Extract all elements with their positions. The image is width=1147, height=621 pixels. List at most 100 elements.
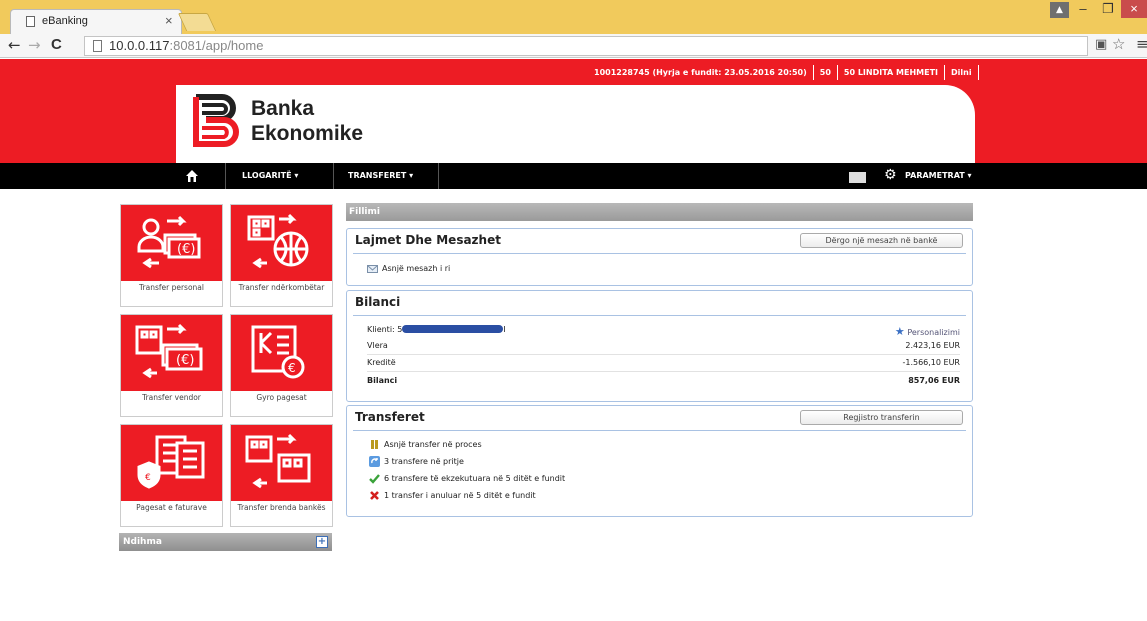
- user-info-bar: 1001228745 (Hyrja e fundit: 23.05.2016 2…: [594, 65, 985, 80]
- reload-icon[interactable]: C: [51, 36, 62, 53]
- user-name: 50 LINDITA MEHMETI: [843, 68, 939, 77]
- tab-title: eBanking: [42, 15, 88, 27]
- value-row: Vlera 2.423,16 EUR: [367, 338, 960, 355]
- value-label: Vlera: [367, 341, 388, 350]
- browser-tab[interactable]: eBanking ×: [10, 9, 182, 34]
- menu-transfers[interactable]: TRANSFERET ▾: [348, 163, 413, 189]
- gear-icon[interactable]: ⚙: [884, 167, 897, 183]
- total-label: Bilanci: [367, 376, 398, 385]
- personalize-label: Personalizimi: [907, 328, 960, 337]
- tab-close-icon[interactable]: ×: [165, 13, 173, 28]
- register-transfer-button[interactable]: Regjistro transferin: [800, 410, 963, 425]
- tile-bill-payments[interactable]: € Pagesat e faturave: [120, 424, 223, 527]
- page-icon: [26, 16, 35, 27]
- total-amount: 857,06 EUR: [908, 376, 960, 385]
- pause-icon: [371, 440, 378, 449]
- tile-transfer-domestic[interactable]: (€) Transfer vendor: [120, 314, 223, 417]
- transfer-status-text: 6 transfere të ekzekutuara në 5 ditët e …: [384, 474, 566, 483]
- translate-icon[interactable]: ▣: [1095, 37, 1107, 52]
- help-title: Ndihma: [123, 537, 162, 547]
- balance-panel: Bilanci Klienti: 5 I ★ Personalizimi Vler…: [346, 290, 973, 402]
- news-title: Lajmet Dhe Mesazhet: [355, 233, 501, 247]
- forward-icon[interactable]: →: [28, 36, 41, 54]
- client-redacted: [402, 325, 504, 333]
- address-bar: ← → C 10.0.0.117:8081/app/home ▣ ☆ ≡: [0, 34, 1147, 58]
- url-path: :8081/app/home: [169, 38, 264, 53]
- bank-money-icon: (€): [121, 315, 222, 391]
- browser-menu-icon[interactable]: ≡: [1136, 35, 1147, 53]
- news-panel: Lajmet Dhe Mesazhet Dërgo një mesazh në …: [346, 228, 973, 286]
- svg-text:€: €: [288, 361, 296, 375]
- mail-icon[interactable]: [849, 172, 866, 183]
- breadcrumb: Fillimi: [346, 203, 973, 221]
- credit-row: Kreditë -1.566,10 EUR: [367, 355, 960, 372]
- tile-label: Transfer vendor: [142, 393, 201, 402]
- transfers-panel: Transferet Regjistro transferin Asnjë tr…: [346, 405, 973, 517]
- client-id: Klienti: 5: [367, 325, 403, 334]
- envelope-icon: [367, 265, 378, 273]
- star-icon: ★: [894, 325, 905, 338]
- page-icon: [93, 40, 102, 52]
- transfer-status-text: Asnjë transfer në proces: [384, 440, 482, 449]
- window-close-button[interactable]: ×: [1121, 0, 1147, 18]
- logo-text-line2: Ekonomike: [251, 122, 364, 145]
- home-icon[interactable]: [185, 169, 199, 183]
- last-login-info: 1001228745 (Hyrja e fundit: 23.05.2016 2…: [594, 68, 807, 77]
- payment-slip-icon: €: [231, 315, 332, 391]
- expand-icon[interactable]: +: [316, 536, 328, 548]
- tile-gyro-payments[interactable]: € Gyro pagesat: [230, 314, 333, 417]
- invoice-shield-icon: €: [121, 425, 222, 501]
- tile-label: Gyro pagesat: [256, 393, 307, 402]
- cancel-icon: [370, 491, 379, 500]
- tile-transfer-internal[interactable]: Transfer brenda bankës: [230, 424, 333, 527]
- browser-tab-strip: eBanking × ▲ – ❐ ×: [0, 0, 1147, 34]
- personalize-link[interactable]: ★ Personalizimi: [895, 325, 960, 338]
- svg-text:€: €: [145, 473, 151, 483]
- new-tab-button[interactable]: [177, 13, 217, 31]
- svg-text:(€): (€): [177, 242, 195, 257]
- tile-label: Transfer ndërkombëtar: [238, 283, 325, 292]
- user-count: 50: [819, 68, 831, 77]
- svg-text:(€): (€): [176, 353, 194, 368]
- no-messages-text: Asnjë mesazh i ri: [382, 264, 451, 273]
- tile-label: Pagesat e faturave: [136, 503, 207, 512]
- menu-settings[interactable]: PARAMETRAT ▾: [905, 163, 972, 189]
- client-row: Klienti: 5 I ★ Personalizimi: [367, 322, 960, 339]
- transfer-status-text: 1 transfer i anuluar në 5 ditët e fundit: [384, 491, 536, 500]
- transfer-status-text: 3 transfere në pritje: [384, 457, 464, 466]
- help-panel-header[interactable]: Ndihma +: [119, 533, 332, 551]
- value-amount: 2.423,16 EUR: [905, 341, 960, 350]
- page-title: Fillimi: [349, 207, 380, 217]
- url-text: 10.0.0.117:8081/app/home: [109, 38, 263, 53]
- main-menu: LLOGARITË ▾ TRANSFERET ▾ ⚙ PARAMETRAT ▾: [0, 163, 1147, 189]
- user-profile-icon[interactable]: ▲: [1050, 2, 1069, 18]
- url-host: 10.0.0.117: [109, 38, 170, 53]
- menu-accounts[interactable]: LLOGARITË ▾: [242, 163, 298, 189]
- credit-label: Kreditë: [367, 358, 396, 367]
- tile-transfer-personal[interactable]: (€) Transfer personal: [120, 204, 223, 307]
- globe-bank-icon: [231, 205, 332, 281]
- logout-link[interactable]: Dilni: [951, 68, 972, 77]
- person-transfer-icon: (€): [121, 205, 222, 281]
- bank-logo-icon: [193, 94, 239, 147]
- tile-label: Transfer brenda bankës: [237, 503, 326, 512]
- restore-button[interactable]: ❐: [1095, 0, 1121, 18]
- bookmark-star-icon[interactable]: ☆: [1112, 35, 1125, 53]
- pending-icon: [369, 456, 380, 467]
- balance-title: Bilanci: [355, 295, 401, 309]
- client-id-suffix: I: [503, 325, 506, 334]
- tile-transfer-international[interactable]: Transfer ndërkombëtar: [230, 204, 333, 307]
- client-label: Klienti: 5 I: [367, 325, 506, 334]
- minimize-button[interactable]: –: [1070, 0, 1096, 18]
- back-icon[interactable]: ←: [8, 36, 21, 54]
- tile-label: Transfer personal: [139, 283, 204, 292]
- check-icon: [369, 474, 380, 484]
- logo-area[interactable]: Banka Ekonomike: [176, 85, 975, 163]
- credit-amount: -1.566,10 EUR: [902, 358, 960, 367]
- total-row: Bilanci 857,06 EUR: [367, 373, 960, 390]
- site-header: 1001228745 (Hyrja e fundit: 23.05.2016 2…: [0, 59, 1147, 163]
- send-message-button[interactable]: Dërgo një mesazh në bankë: [800, 233, 963, 248]
- transfers-title: Transferet: [355, 410, 425, 424]
- url-input[interactable]: 10.0.0.117:8081/app/home: [84, 36, 1088, 56]
- logo-text-line1: Banka: [251, 97, 315, 120]
